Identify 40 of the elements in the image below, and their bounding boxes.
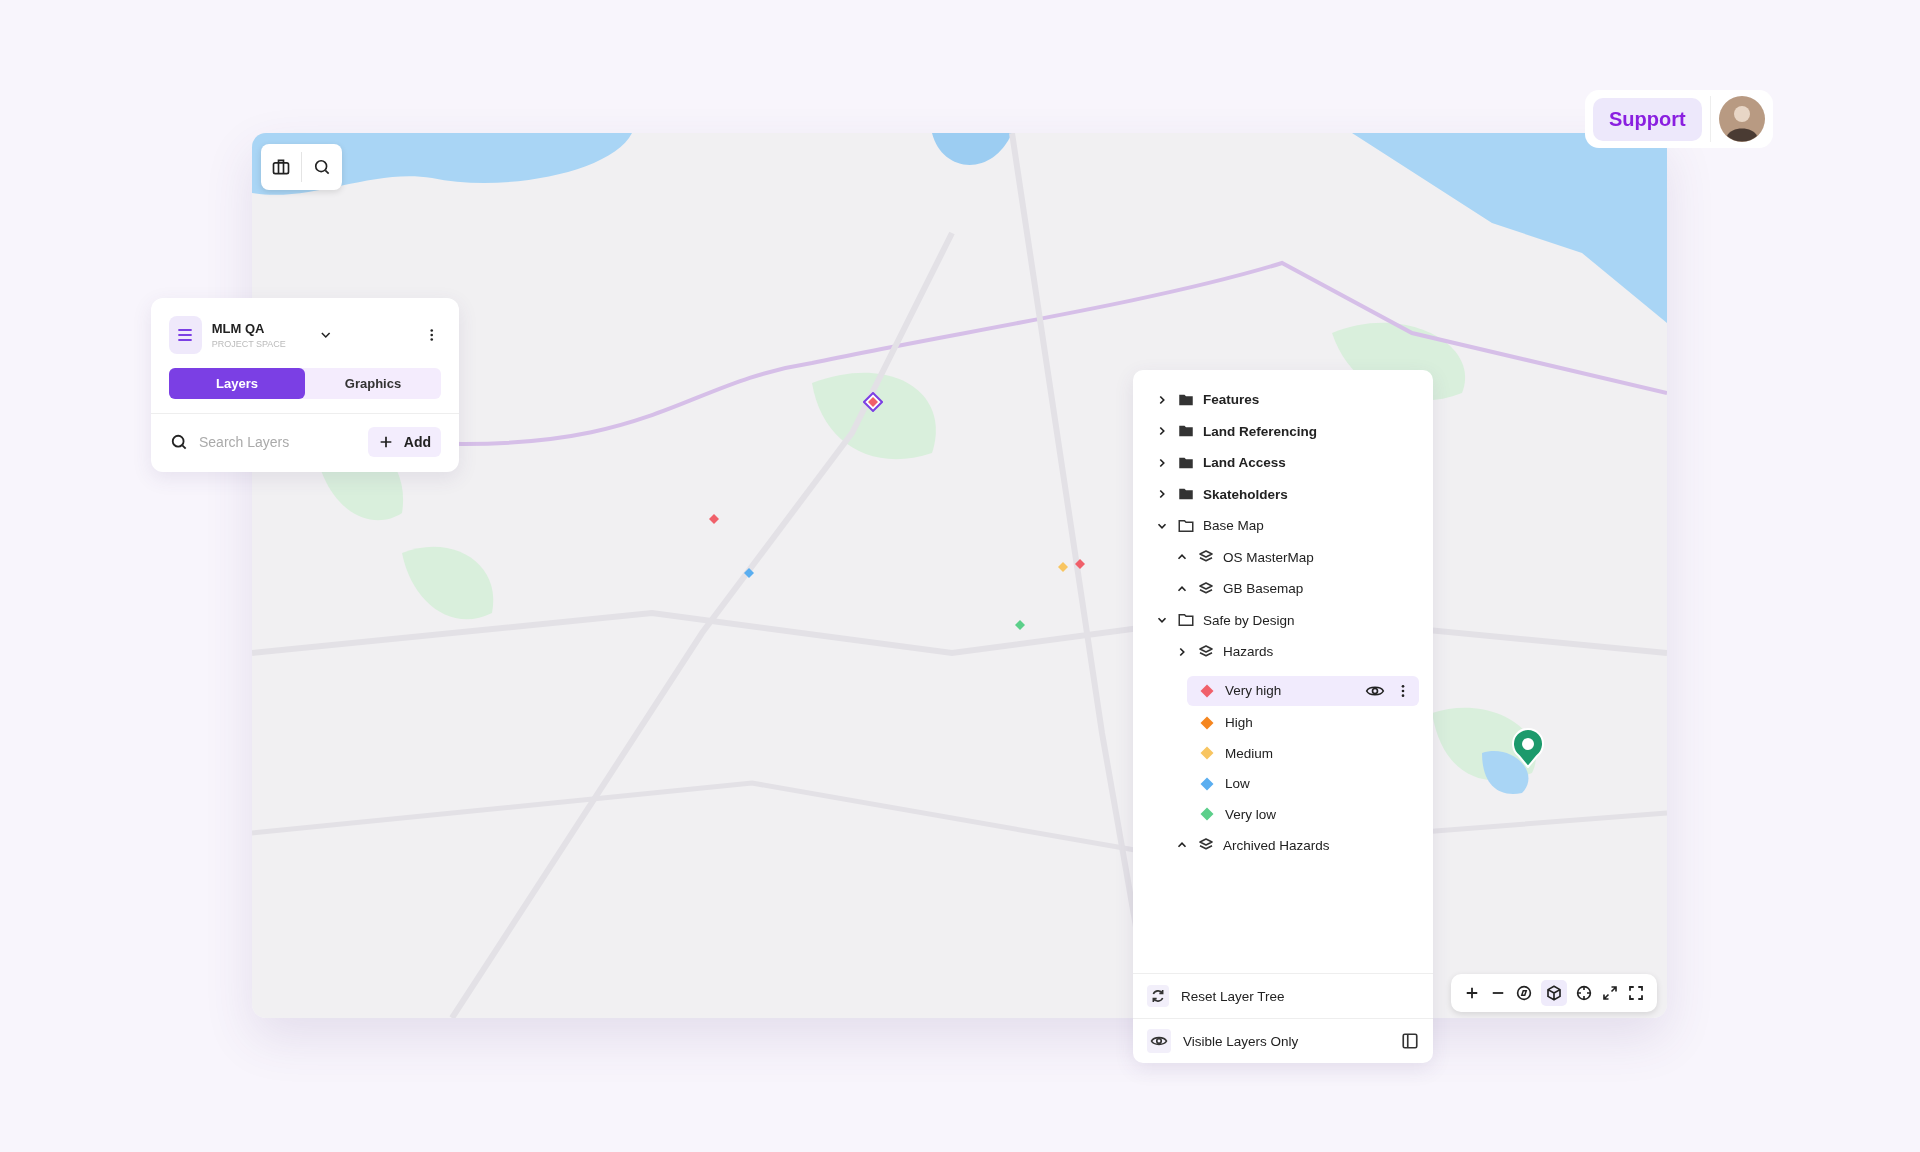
menu-button[interactable] [169, 316, 202, 354]
layer-item[interactable]: GB Basemap [1133, 573, 1433, 605]
legend-item[interactable]: Low [1187, 768, 1419, 799]
folder-item[interactable]: Land Referencing [1133, 415, 1433, 447]
briefcase-icon[interactable] [271, 157, 291, 177]
compass-icon[interactable] [1515, 984, 1533, 1002]
tab[interactable]: Layers [169, 368, 305, 399]
add-button[interactable]: Add [367, 427, 441, 457]
legend-item[interactable]: Medium [1187, 738, 1419, 769]
folder-item[interactable]: Base Map [1133, 510, 1433, 542]
map-pin-icon[interactable] [1511, 728, 1545, 768]
search-icon [169, 432, 189, 452]
search-icon[interactable] [312, 157, 332, 177]
layer-item[interactable]: OS MasterMap [1133, 541, 1433, 573]
visible-layers-only-toggle[interactable]: Visible Layers Only [1133, 1018, 1433, 1063]
target-icon[interactable] [1575, 984, 1593, 1002]
refresh-icon [1150, 988, 1166, 1004]
tab[interactable]: Graphics [305, 368, 441, 399]
folder-item[interactable]: Skateholders [1133, 478, 1433, 510]
cube-icon [1545, 984, 1563, 1002]
legend-item[interactable]: High [1187, 707, 1419, 738]
legend-item[interactable]: Very high [1187, 675, 1419, 706]
water-area [1482, 751, 1529, 794]
map-marker-icon[interactable] [863, 392, 883, 412]
reset-layer-tree-button[interactable]: Reset Layer Tree [1133, 973, 1433, 1018]
sidebar-icon[interactable] [1401, 1032, 1419, 1050]
project-title: MLM QA [211, 321, 266, 336]
fullscreen-icon[interactable] [1627, 984, 1645, 1002]
folder-item[interactable]: Land Access [1133, 447, 1433, 479]
project-subtitle: PROJECT SPACE [211, 339, 287, 349]
3d-view-button[interactable] [1541, 980, 1567, 1006]
folder-item[interactable]: Safe by Design [1133, 604, 1433, 636]
layer-item[interactable]: Archived Hazards [1133, 829, 1433, 861]
support-button[interactable]: Support [1593, 97, 1702, 141]
expand-icon[interactable] [1601, 984, 1619, 1002]
folder-item[interactable]: Features [1133, 384, 1433, 416]
layer-item[interactable]: Hazards [1133, 636, 1433, 668]
avatar-icon[interactable] [1718, 96, 1765, 142]
legend-item[interactable]: Very low [1187, 799, 1419, 830]
search-field[interactable]: Search Layers [197, 433, 360, 451]
